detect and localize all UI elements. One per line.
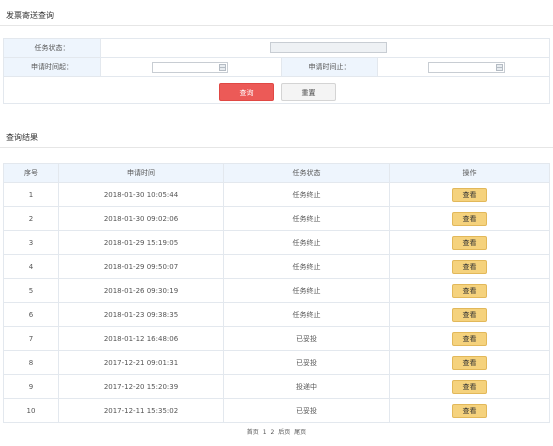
row-no: 6 <box>3 302 59 327</box>
row-status: 任务终止 <box>223 278 390 303</box>
row-no: 1 <box>3 182 59 207</box>
row-status: 任务终止 <box>223 230 390 255</box>
row-no: 8 <box>3 350 59 375</box>
row-time: 2018-01-29 15:19:05 <box>58 230 224 255</box>
row-no: 2 <box>3 206 59 231</box>
status-select[interactable] <box>270 42 387 53</box>
query-button[interactable]: 查询 <box>219 83 274 101</box>
row-no: 4 <box>3 254 59 279</box>
table-row: 10 2017-12-11 15:35:02 已妥投 查看 <box>3 398 550 423</box>
view-button[interactable]: 查看 <box>452 307 487 322</box>
row-status: 任务终止 <box>223 206 390 231</box>
table-row: 9 2017-12-20 15:20:39 投递中 查看 <box>3 374 550 399</box>
view-button[interactable]: 查看 <box>452 235 487 250</box>
row-no: 10 <box>3 398 59 423</box>
row-time: 2018-01-30 10:05:44 <box>58 182 224 207</box>
view-button[interactable]: 查看 <box>452 403 487 418</box>
row-time: 2018-01-30 09:02:06 <box>58 206 224 231</box>
end-date-input[interactable] <box>428 62 505 73</box>
row-time: 2017-12-20 15:20:39 <box>58 374 224 399</box>
start-date-input[interactable] <box>152 62 228 73</box>
row-status: 已妥投 <box>223 398 390 423</box>
form-row-dates: 申请时间起： 申请时间止： <box>4 58 549 77</box>
row-status: 任务终止 <box>223 302 390 327</box>
last-page-link[interactable]: 尾页 <box>294 429 306 436</box>
table-row: 6 2018-01-23 09:38:35 任务终止 查看 <box>3 302 550 327</box>
calendar-icon[interactable] <box>496 64 503 71</box>
row-status: 投递中 <box>223 374 390 399</box>
view-button[interactable]: 查看 <box>452 379 487 394</box>
table-row: 2 2018-01-30 09:02:06 任务终止 查看 <box>3 206 550 231</box>
column-header-status: 任务状态 <box>223 163 390 183</box>
start-date-label: 申请时间起： <box>4 58 101 76</box>
search-panel-title: 发票寄送查询 <box>0 6 553 26</box>
page-link-1[interactable]: 1 <box>263 429 267 436</box>
end-date-label: 申请时间止： <box>281 58 378 76</box>
column-header-time: 申请时间 <box>58 163 224 183</box>
view-button[interactable]: 查看 <box>452 355 487 370</box>
view-button[interactable]: 查看 <box>452 331 487 346</box>
status-label: 任务状态： <box>4 39 101 57</box>
row-time: 2018-01-29 09:50:07 <box>58 254 224 279</box>
column-header-action: 操作 <box>389 163 550 183</box>
row-time: 2018-01-12 16:48:06 <box>58 326 224 351</box>
table-row: 5 2018-01-26 09:30:19 任务终止 查看 <box>3 278 550 303</box>
reset-button[interactable]: 重置 <box>281 83 336 101</box>
view-button[interactable]: 查看 <box>452 259 487 274</box>
search-form: 任务状态： 申请时间起： 申请时间止： <box>3 38 550 104</box>
row-status: 已妥投 <box>223 350 390 375</box>
row-no: 9 <box>3 374 59 399</box>
page-link-2[interactable]: 2 <box>270 429 274 436</box>
row-time: 2017-12-11 15:35:02 <box>58 398 224 423</box>
view-button[interactable]: 查看 <box>452 283 487 298</box>
results-panel-title: 查询结果 <box>0 128 553 148</box>
form-row-status: 任务状态： <box>4 39 549 58</box>
table-row: 4 2018-01-29 09:50:07 任务终止 查看 <box>3 254 550 279</box>
row-status: 已妥投 <box>223 326 390 351</box>
first-page-link[interactable]: 首页 <box>247 429 259 436</box>
table-header-row: 序号 申请时间 任务状态 操作 <box>3 163 550 183</box>
table-row: 7 2018-01-12 16:48:06 已妥投 查看 <box>3 326 550 351</box>
column-header-no: 序号 <box>3 163 59 183</box>
row-no: 7 <box>3 326 59 351</box>
pagination: 首页 1 2 后页 尾页 <box>0 427 553 436</box>
calendar-icon[interactable] <box>219 64 226 71</box>
next-page-link[interactable]: 后页 <box>278 429 290 436</box>
row-no: 3 <box>3 230 59 255</box>
row-time: 2018-01-23 09:38:35 <box>58 302 224 327</box>
results-table: 序号 申请时间 任务状态 操作 1 2018-01-30 10:05:44 任务… <box>3 163 550 423</box>
row-no: 5 <box>3 278 59 303</box>
table-row: 1 2018-01-30 10:05:44 任务终止 查看 <box>3 182 550 207</box>
row-status: 任务终止 <box>223 254 390 279</box>
view-button[interactable]: 查看 <box>452 211 487 226</box>
row-time: 2017-12-21 09:01:31 <box>58 350 224 375</box>
table-row: 3 2018-01-29 15:19:05 任务终止 查看 <box>3 230 550 255</box>
row-time: 2018-01-26 09:30:19 <box>58 278 224 303</box>
view-button[interactable]: 查看 <box>452 187 487 202</box>
row-status: 任务终止 <box>223 182 390 207</box>
table-row: 8 2017-12-21 09:01:31 已妥投 查看 <box>3 350 550 375</box>
